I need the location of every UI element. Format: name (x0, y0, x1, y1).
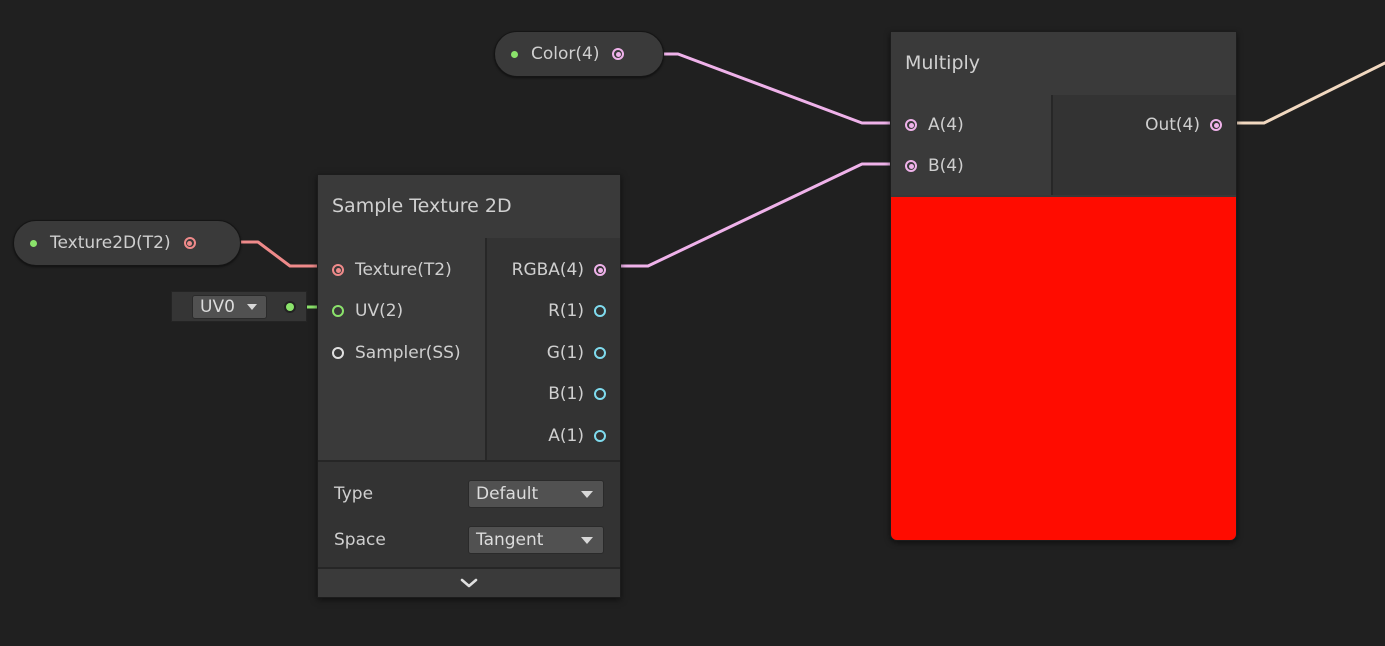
node-title: Multiply (891, 32, 1236, 96)
input-slot-uv[interactable]: UV(2) (318, 298, 403, 324)
slot-label: RGBA(4) (511, 260, 584, 280)
type-label: Type (334, 484, 374, 504)
out-output-port[interactable] (1210, 119, 1222, 131)
type-setting-row: Type Default (318, 479, 620, 509)
type-value: Default (476, 484, 539, 504)
texture-output-port[interactable] (183, 237, 196, 249)
slot-label: Sampler(SS) (355, 343, 461, 363)
slot-label: B(1) (548, 384, 584, 404)
output-ports-column: RGBA(4) R(1) G(1) B(1) A(1) (487, 238, 620, 460)
slot-label: B(4) (928, 156, 964, 176)
b-output-port[interactable] (594, 388, 606, 400)
node-title: Sample Texture 2D (318, 175, 620, 239)
a-output-port[interactable] (594, 430, 606, 442)
a-input-port[interactable] (905, 119, 917, 131)
output-slot-r[interactable]: R(1) (548, 298, 620, 324)
node-preview (891, 197, 1236, 540)
chevron-down-icon (581, 491, 593, 498)
slot-label: Out(4) (1145, 115, 1200, 135)
input-slot-b[interactable]: B(4) (891, 153, 964, 179)
output-slot-a[interactable]: A(1) (548, 423, 620, 449)
multiply-node[interactable]: Multiply A(4) B(4) Out(4) (890, 31, 1237, 541)
wire-texture-to-texture (238, 240, 324, 268)
chevron-down-icon (460, 578, 478, 588)
slot-label: Texture(T2) (355, 260, 452, 280)
input-ports-column: Texture(T2) UV(2) Sampler(SS) (318, 238, 487, 460)
output-slot-rgba[interactable]: RGBA(4) (512, 257, 620, 283)
chevron-down-icon (247, 304, 257, 310)
property-indicator-dot (30, 239, 37, 247)
input-ports-column: A(4) B(4) (891, 95, 1053, 195)
uv-input-port[interactable] (332, 305, 344, 317)
color-property-label: Color(4) (531, 44, 600, 64)
space-dropdown[interactable]: Tangent (468, 526, 604, 554)
b-input-port[interactable] (905, 160, 917, 172)
slot-label: A(4) (928, 115, 964, 135)
output-ports-column: Out(4) (1053, 95, 1236, 195)
wire-rgba-to-b (608, 162, 895, 268)
g-output-port[interactable] (594, 347, 606, 359)
type-dropdown[interactable]: Default (468, 480, 604, 508)
uv-default-port[interactable] (286, 303, 294, 311)
sample-texture-2d-node[interactable]: Sample Texture 2D Texture(T2) UV(2) Samp… (317, 174, 621, 598)
output-slot-b[interactable]: B(1) (548, 381, 620, 407)
wire-out (1224, 61, 1385, 125)
space-value: Tangent (476, 530, 544, 550)
texture-property-label: Texture2D(T2) (50, 233, 171, 253)
wire-color-to-a (661, 52, 895, 125)
slot-label: R(1) (548, 301, 584, 321)
slot-label: UV(2) (355, 301, 404, 321)
node-settings: Type Default Space Tangent (318, 460, 620, 570)
uv-channel-dropdown[interactable]: UV0 (192, 295, 267, 319)
r-output-port[interactable] (594, 305, 606, 317)
color-property-node[interactable]: Color(4) (494, 31, 664, 77)
color-output-port[interactable] (612, 48, 625, 60)
texture-property-node[interactable]: Texture2D(T2) (13, 220, 241, 266)
property-indicator-dot (511, 50, 518, 58)
slot-label: A(1) (548, 426, 584, 446)
slot-label: G(1) (546, 343, 584, 363)
space-label: Space (334, 530, 386, 550)
input-slot-sampler[interactable]: Sampler(SS) (318, 340, 461, 366)
rgba-output-port[interactable] (594, 264, 606, 276)
input-slot-texture[interactable]: Texture(T2) (318, 257, 452, 283)
sampler-input-port[interactable] (332, 347, 344, 359)
input-slot-a[interactable]: A(4) (891, 112, 964, 138)
uv-channel-value: UV0 (200, 297, 235, 317)
output-slot-g[interactable]: G(1) (547, 340, 620, 366)
chevron-down-icon (581, 537, 593, 544)
texture-input-port[interactable] (332, 264, 344, 276)
uv-default-field: UV0 (171, 291, 307, 322)
preview-expand-button[interactable] (318, 567, 620, 597)
output-slot-out[interactable]: Out(4) (1145, 112, 1236, 138)
space-setting-row: Space Tangent (318, 525, 620, 555)
